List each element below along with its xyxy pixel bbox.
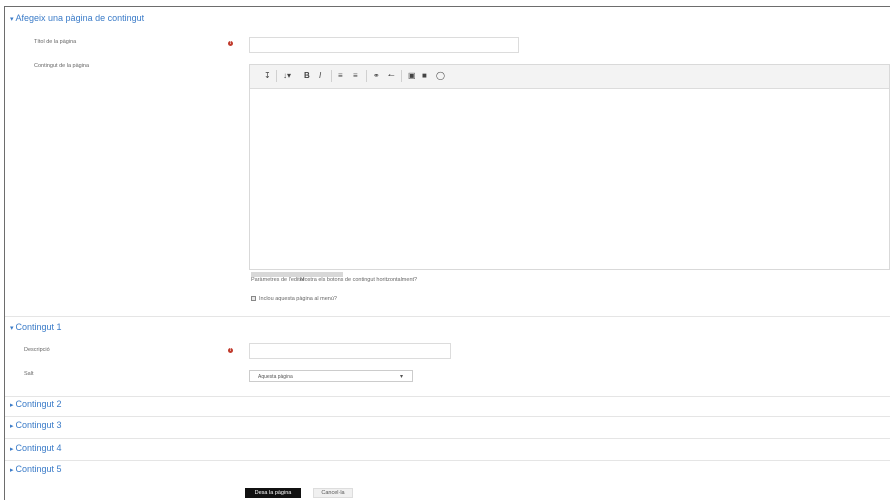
divider <box>5 438 890 439</box>
collapse-triangle-icon: ▾ <box>10 325 14 332</box>
divider <box>5 316 890 317</box>
required-icon: ! <box>228 347 233 353</box>
divider <box>5 460 890 461</box>
jump-select-value: Aquesta pàgina <box>258 374 293 380</box>
unordered-list-icon[interactable]: ≡ <box>338 71 343 80</box>
manage-files-icon[interactable]: ◯ <box>436 71 445 80</box>
collapse-triangle-icon: ▾ <box>10 16 14 23</box>
editor-toolbar: ↧ ↓▾ B I ≡ ≡ ⚭ ↼ ▣ ■ ◯ <box>250 65 889 89</box>
required-icon: ! <box>228 40 233 46</box>
jump-select[interactable]: Aquesta pàgina ▾ <box>249 370 413 382</box>
media-icon[interactable]: ■ <box>422 71 427 80</box>
section-title: Contingut 3 <box>15 420 62 430</box>
horizontal-buttons-label: Mostra els botons de contingut horitzont… <box>300 277 418 283</box>
ordered-list-icon[interactable]: ≡ <box>353 71 358 80</box>
section-header-content-4[interactable]: ▸ Contingut 4 <box>10 443 62 453</box>
description-label: Descripció <box>24 347 50 353</box>
description-input[interactable] <box>249 343 451 359</box>
section-title: Contingut 2 <box>15 399 62 409</box>
section-title: Afegeix una pàgina de contingut <box>15 13 145 23</box>
show-more-icon[interactable]: ↧ <box>264 71 271 80</box>
expand-triangle-icon: ▸ <box>10 446 14 453</box>
section-header-content-5[interactable]: ▸ Contingut 5 <box>10 464 62 474</box>
expand-triangle-icon: ▸ <box>10 423 14 430</box>
link-icon[interactable]: ⚭ <box>373 71 380 80</box>
select-arrow-icon: ▾ <box>400 374 404 380</box>
section-header-content-3[interactable]: ▸ Contingut 3 <box>10 420 62 430</box>
section-header-add-page[interactable]: ▾ Afegeix una pàgina de contingut <box>10 13 144 23</box>
section-header-content-2[interactable]: ▸ Contingut 2 <box>10 399 62 409</box>
divider <box>5 396 890 397</box>
page-title-label: Títol de la pàgina <box>34 39 77 45</box>
section-title: Contingut 1 <box>15 322 62 332</box>
include-in-menu-checkbox[interactable] <box>251 296 256 301</box>
editor-status-text: Paràmetres de l'editor <box>251 277 305 283</box>
section-title: Contingut 5 <box>15 464 62 474</box>
image-icon[interactable]: ▣ <box>408 71 416 80</box>
section-title: Contingut 4 <box>15 443 62 453</box>
section-header-content-1[interactable]: ▾ Contingut 1 <box>10 322 62 332</box>
content-editor[interactable]: ↧ ↓▾ B I ≡ ≡ ⚭ ↼ ▣ ■ ◯ <box>249 64 890 270</box>
page-content-label: Contingut de la pàgina <box>34 63 90 69</box>
expand-triangle-icon: ▸ <box>10 402 14 409</box>
unlink-icon[interactable]: ↼ <box>388 71 395 80</box>
expand-triangle-icon: ▸ <box>10 467 14 474</box>
jump-label: Salt <box>24 371 34 377</box>
cancel-button[interactable]: Cancel·la <box>313 488 353 498</box>
save-page-button[interactable]: Desa la pàgina <box>245 488 301 498</box>
bold-icon[interactable]: B <box>304 71 310 80</box>
page-title-input[interactable] <box>249 37 519 53</box>
paragraph-style-icon[interactable]: ↓▾ <box>283 71 291 80</box>
include-in-menu-label: Inclou aquesta pàgina al menú? <box>259 296 337 302</box>
divider <box>5 416 890 417</box>
italic-icon[interactable]: I <box>319 71 321 80</box>
